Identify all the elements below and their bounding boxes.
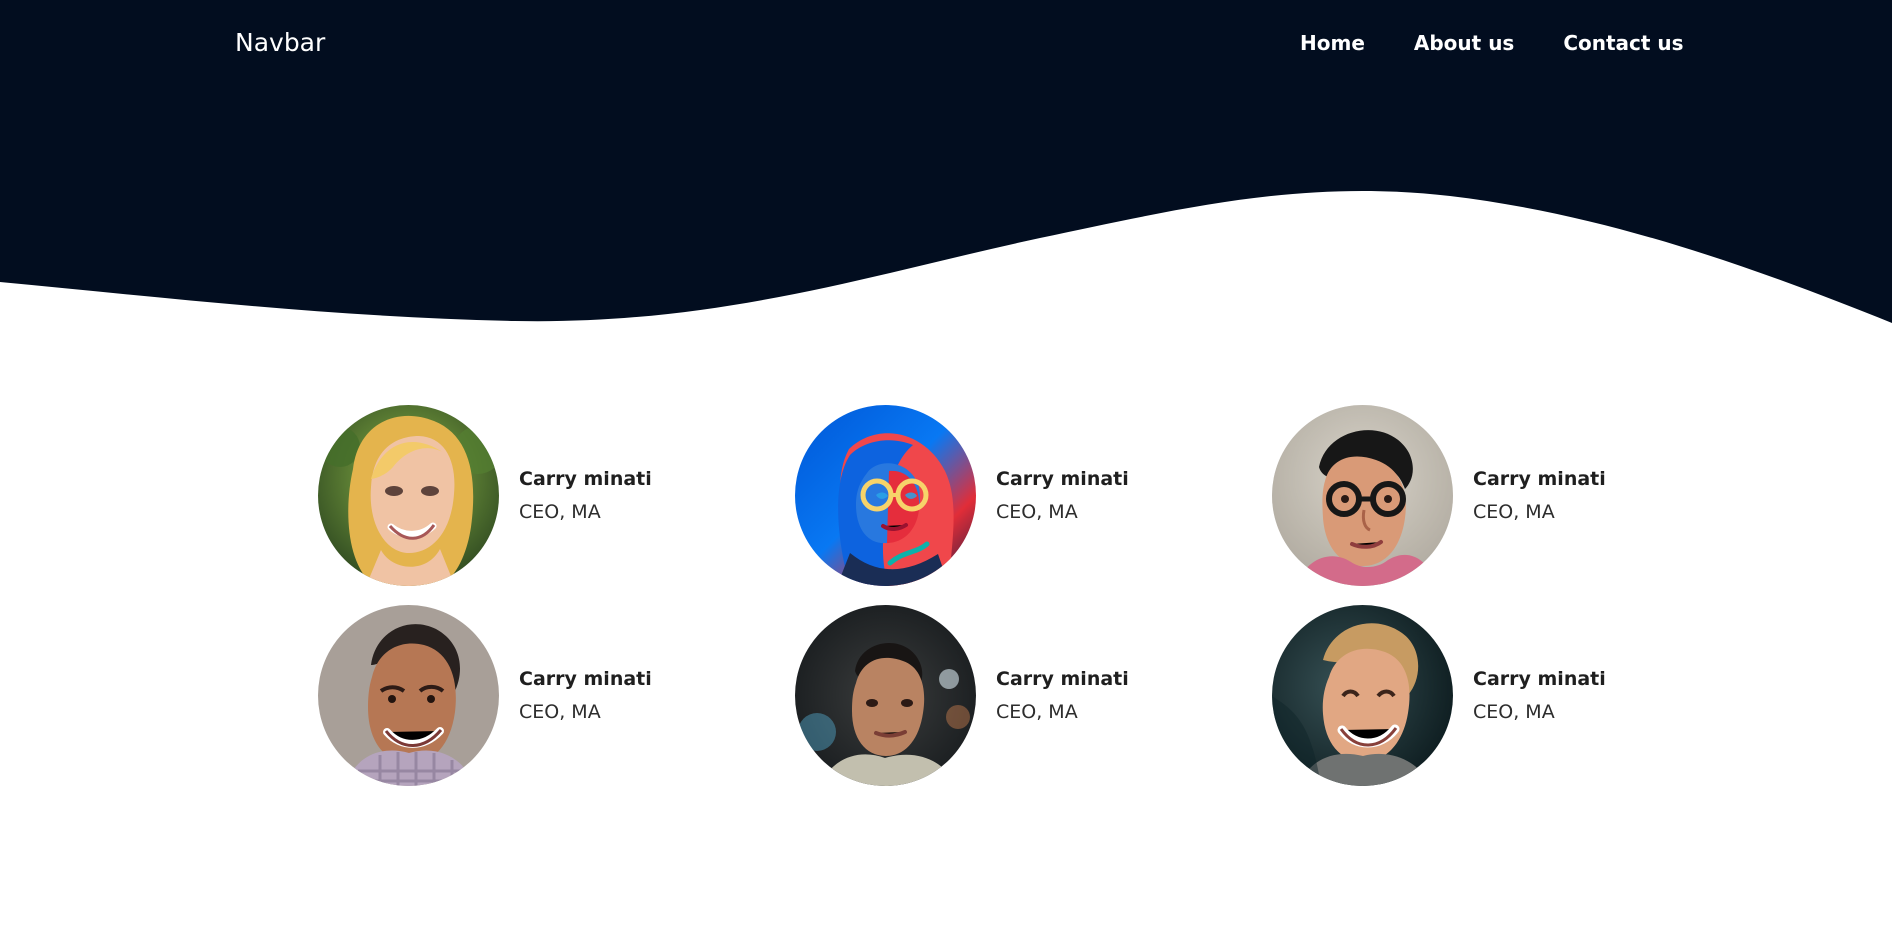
member-role: CEO, MA: [996, 701, 1078, 723]
about-us-link[interactable]: About us: [1414, 31, 1514, 55]
cheerful-man-avatar: [1272, 605, 1453, 786]
team-member-card: Carry minati CEO, MA: [1272, 405, 1749, 586]
nav-item-about: About us: [1414, 28, 1514, 58]
brand-logo[interactable]: Navbar: [235, 27, 325, 59]
contact-us-link[interactable]: Contact us: [1563, 31, 1683, 55]
member-name: Carry minati: [996, 468, 1129, 490]
member-name: Carry minati: [519, 468, 652, 490]
blonde-woman-avatar: [318, 405, 499, 586]
top-navbar: Navbar Home About us Contact us: [0, 0, 1892, 86]
member-details: Carry minati CEO, MA: [519, 465, 739, 526]
team-member-card: Carry minati CEO, MA: [795, 405, 1272, 586]
team-members-grid: Carry minati CEO, MA Carry minati CEO, M…: [318, 405, 1628, 805]
team-member-card: Carry minati CEO, MA: [795, 605, 1272, 786]
home-link[interactable]: Home: [1300, 31, 1365, 55]
member-details: Carry minati CEO, MA: [996, 465, 1216, 526]
member-role: CEO, MA: [1473, 701, 1555, 723]
neon-woman-avatar: [795, 405, 976, 586]
member-name: Carry minati: [519, 668, 652, 690]
nav-link-list: Home About us Contact us: [1300, 28, 1684, 58]
member-details: Carry minati CEO, MA: [996, 665, 1216, 726]
member-role: CEO, MA: [996, 501, 1078, 523]
smiling-man-avatar: [318, 605, 499, 786]
team-member-card: Carry minati CEO, MA: [318, 405, 795, 586]
nav-item-contact: Contact us: [1563, 28, 1683, 58]
member-details: Carry minati CEO, MA: [1473, 665, 1693, 726]
team-member-card: Carry minati CEO, MA: [1272, 605, 1749, 786]
member-role: CEO, MA: [519, 501, 601, 523]
member-details: Carry minati CEO, MA: [519, 665, 739, 726]
team-member-card: Carry minati CEO, MA: [318, 605, 795, 786]
member-name: Carry minati: [1473, 468, 1606, 490]
member-role: CEO, MA: [1473, 501, 1555, 523]
nav-item-home: Home: [1300, 28, 1365, 58]
glasses-man-avatar: [1272, 405, 1453, 586]
city-night-avatar: [795, 605, 976, 786]
member-details: Carry minati CEO, MA: [1473, 465, 1693, 526]
member-name: Carry minati: [1473, 668, 1606, 690]
member-role: CEO, MA: [519, 701, 601, 723]
about-page: Navbar Home About us Contact us Carry mi…: [0, 0, 1892, 930]
member-name: Carry minati: [996, 668, 1129, 690]
